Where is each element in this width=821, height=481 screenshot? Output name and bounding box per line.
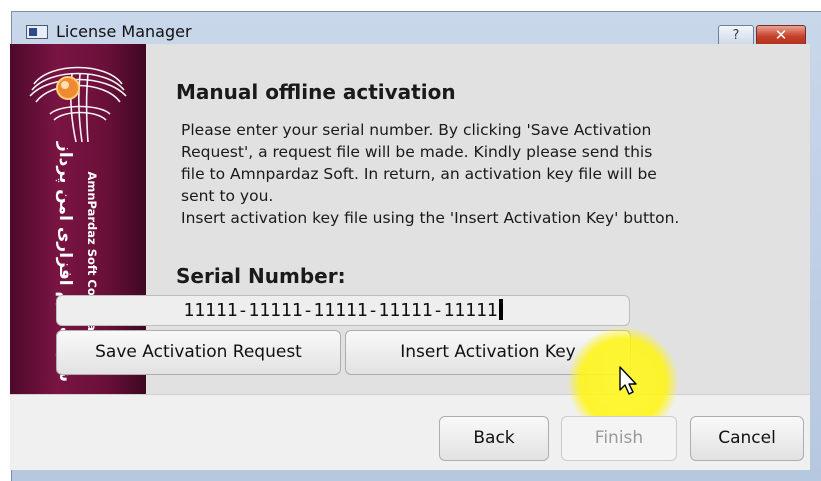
mouse-cursor-icon — [619, 366, 637, 395]
instructions-line: Please enter your serial number. By clic… — [181, 121, 652, 139]
back-button[interactable]: Back — [439, 416, 549, 461]
instructions-line: Request', a request file will be made. K… — [181, 143, 653, 161]
close-button[interactable]: ✕ — [756, 25, 806, 46]
save-activation-request-button[interactable]: Save Activation Request — [56, 330, 341, 375]
cancel-button[interactable]: Cancel — [690, 416, 804, 461]
instructions-line: file to Amnpardaz Soft. In return, an ac… — [181, 165, 657, 183]
window-title: License Manager — [56, 22, 192, 41]
app-icon — [26, 25, 48, 39]
instructions-line: Insert activation key file using the 'In… — [181, 209, 680, 227]
dialog-client: شرکت نرم افزاری امن پرداز AmnPardaz Soft… — [10, 44, 810, 470]
page-title: Manual offline activation — [176, 80, 456, 104]
instructions-line: sent to you. — [181, 187, 274, 205]
finish-button[interactable]: Finish — [561, 416, 677, 461]
text-caret — [498, 299, 503, 320]
serial-number-value: 11111-11111-11111-11111-11111 — [183, 300, 498, 321]
instructions-text: Please enter your serial number. By clic… — [181, 119, 781, 229]
amnpardaz-logo — [29, 66, 127, 143]
help-button[interactable]: ? — [718, 25, 754, 46]
serial-number-label: Serial Number: — [176, 264, 346, 288]
title-bar[interactable]: License Manager ? ✕ — [12, 12, 821, 48]
serial-number-input[interactable]: 11111-11111-11111-11111-11111 — [56, 295, 630, 326]
